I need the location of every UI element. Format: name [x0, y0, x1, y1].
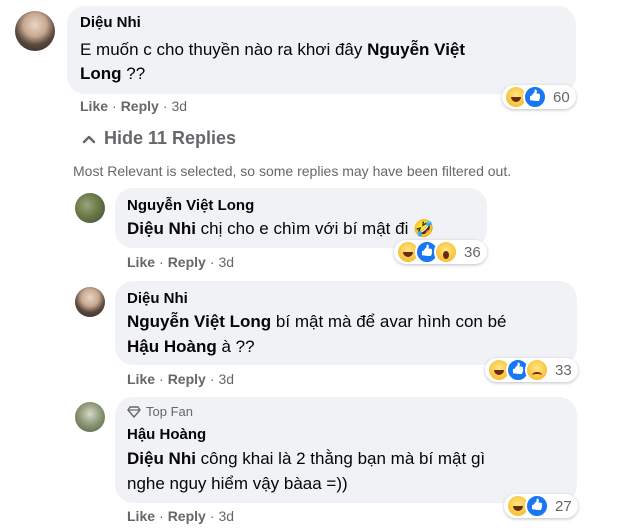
- mention-link[interactable]: Diệu Nhi: [127, 219, 196, 238]
- reply-text-line2: Hậu Hoàng à ??: [127, 335, 255, 359]
- avatar[interactable]: [15, 11, 55, 51]
- sad-icon: [525, 358, 549, 382]
- reply-text: Diệu Nhi công khai là 2 thằng bạn mà bí …: [127, 447, 485, 471]
- reply-text: Diệu Nhi chị cho e chìm với bí mật đi 🤣: [127, 217, 434, 241]
- mention-link[interactable]: Nguyễn Việt: [367, 40, 465, 59]
- separator: ·: [209, 371, 215, 387]
- badge-label: Top Fan: [146, 404, 193, 419]
- filter-notice: Most Relevant is selected, so some repli…: [73, 163, 512, 179]
- reply-button[interactable]: Reply: [168, 508, 206, 524]
- separator: ·: [209, 508, 215, 524]
- like-button[interactable]: Like: [127, 508, 155, 524]
- like-icon: [525, 494, 549, 518]
- wow-icon: [434, 240, 458, 264]
- mention-link[interactable]: Nguyễn Việt Long: [127, 312, 271, 331]
- chevron-up-icon: [82, 135, 96, 144]
- avatar[interactable]: [75, 287, 105, 317]
- reply-text-part: nghe nguy hiểm vậy bàaa =)): [127, 474, 348, 493]
- hide-replies-button[interactable]: Hide 11 Replies: [82, 128, 236, 149]
- reply-author[interactable]: Hậu Hoàng: [127, 426, 206, 443]
- mention-link[interactable]: Hậu Hoàng: [127, 337, 217, 356]
- diamond-icon: [127, 405, 141, 418]
- comment-actions: Like · Reply · 3d: [80, 98, 187, 114]
- separator: ·: [209, 254, 215, 270]
- avatar[interactable]: [75, 193, 105, 223]
- timestamp[interactable]: 3d: [218, 371, 234, 387]
- comment-text-line2: Long ??: [80, 62, 145, 86]
- timestamp[interactable]: 3d: [218, 254, 234, 270]
- separator: ·: [112, 98, 117, 114]
- reply-actions: Like · Reply · 3d: [127, 254, 234, 270]
- reply-text: Nguyễn Việt Long bí mật mà để avar hình …: [127, 310, 507, 334]
- separator: ·: [162, 98, 168, 114]
- reply-author[interactable]: Nguyễn Việt Long: [127, 197, 254, 214]
- reply-text-part: chị cho e chìm với bí mật đi 🤣: [195, 219, 435, 238]
- timestamp[interactable]: 3d: [171, 98, 187, 114]
- reaction-count: 60: [553, 88, 570, 106]
- comment-text-part: E muốn c cho thuyền nào ra khơi đây: [80, 40, 368, 59]
- reply-text-line2: nghe nguy hiểm vậy bàaa =)): [127, 472, 348, 496]
- reaction-summary[interactable]: 60: [502, 85, 576, 109]
- reply-button[interactable]: Reply: [121, 98, 159, 114]
- separator: ·: [159, 254, 164, 270]
- mention-link[interactable]: Diệu Nhi: [127, 449, 196, 468]
- reply-button[interactable]: Reply: [168, 254, 206, 270]
- top-fan-badge[interactable]: Top Fan: [127, 404, 193, 419]
- reaction-summary[interactable]: 33: [485, 358, 578, 382]
- reply-text-part: à ??: [216, 337, 255, 356]
- like-icon: [523, 85, 547, 109]
- reaction-count: 33: [555, 361, 572, 379]
- comment-author[interactable]: Diệu Nhi: [80, 14, 141, 31]
- like-button[interactable]: Like: [80, 98, 108, 114]
- reaction-summary[interactable]: 27: [504, 494, 578, 518]
- separator: ·: [159, 371, 164, 387]
- reply-button[interactable]: Reply: [168, 371, 206, 387]
- reaction-summary[interactable]: 36: [394, 240, 487, 264]
- reply-text-part: công khai là 2 thằng bạn mà bí mật gì: [195, 449, 486, 468]
- reaction-count: 27: [555, 497, 572, 515]
- hide-replies-label[interactable]: Hide 11 Replies: [104, 128, 236, 148]
- like-button[interactable]: Like: [127, 371, 155, 387]
- reply-actions: Like · Reply · 3d: [127, 371, 234, 387]
- mention-link[interactable]: Long: [80, 64, 122, 83]
- reply-text-part: bí mật mà để avar hình con bé: [271, 312, 507, 331]
- avatar[interactable]: [75, 402, 105, 432]
- timestamp[interactable]: 3d: [218, 508, 234, 524]
- separator: ·: [159, 508, 164, 524]
- reply-author[interactable]: Diệu Nhi: [127, 290, 188, 307]
- comment-text-part: ??: [121, 64, 146, 83]
- like-button[interactable]: Like: [127, 254, 155, 270]
- reply-actions: Like · Reply · 3d: [127, 508, 234, 524]
- comment-text: E muốn c cho thuyền nào ra khơi đây Nguy…: [80, 38, 465, 62]
- reaction-count: 36: [464, 243, 481, 261]
